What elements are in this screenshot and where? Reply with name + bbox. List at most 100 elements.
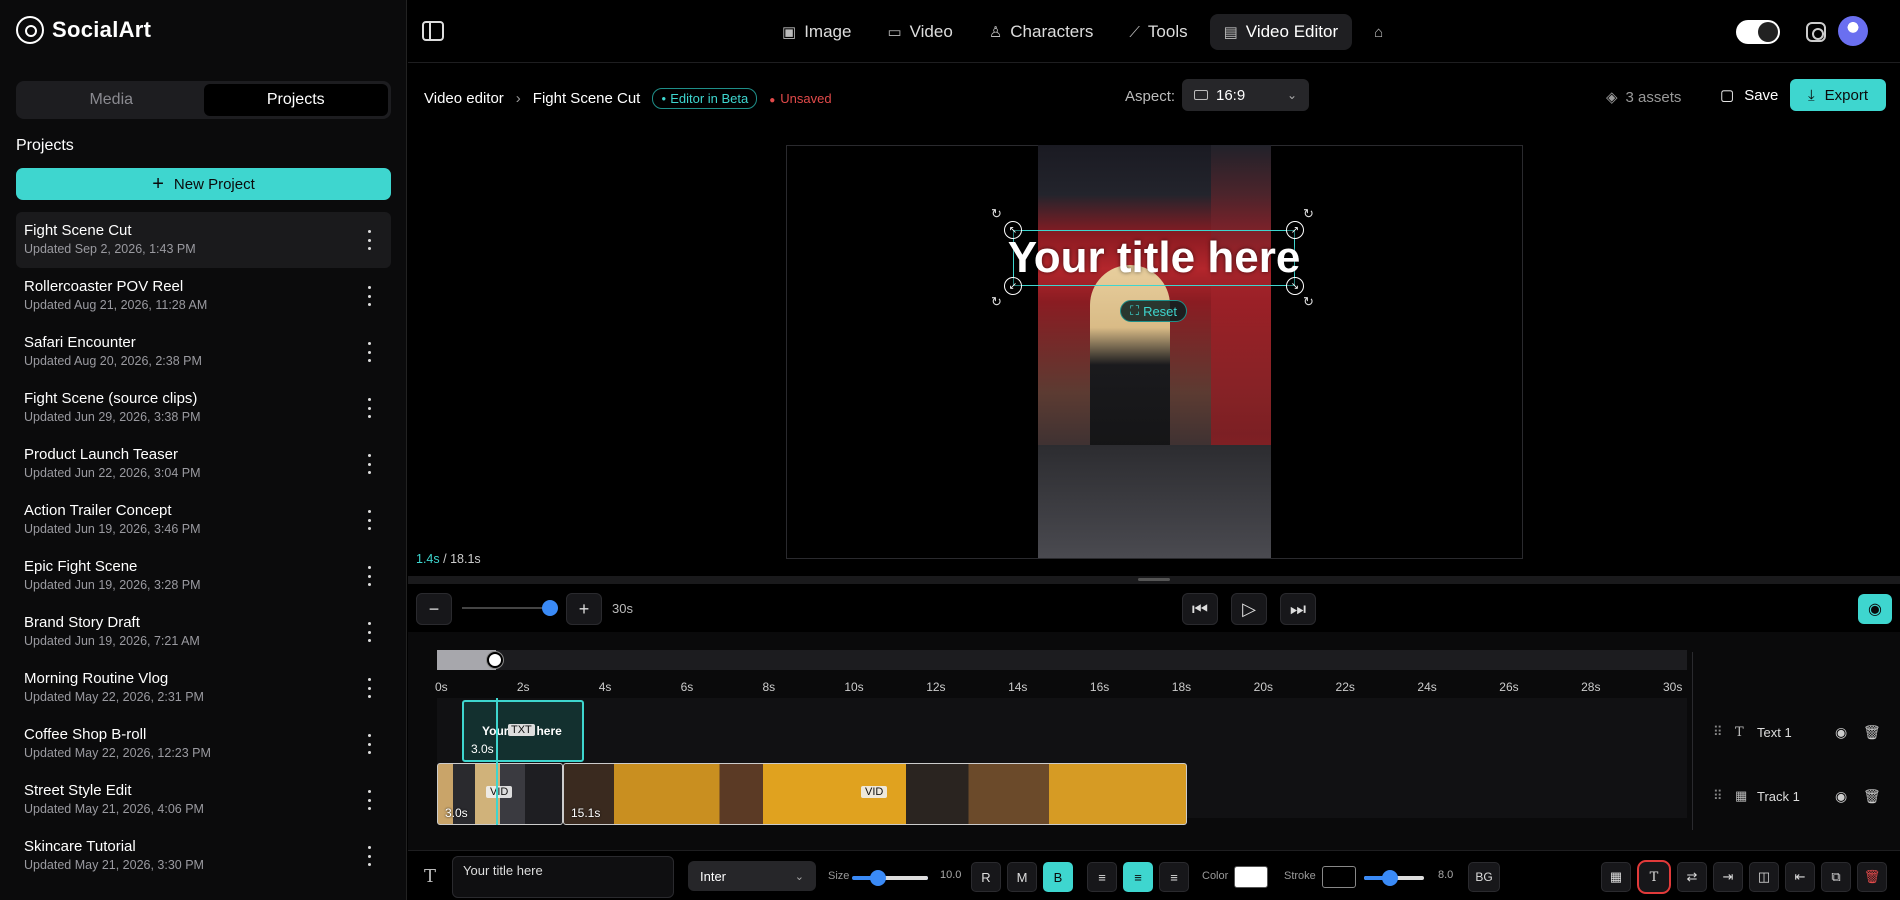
sidebar-toggle-icon[interactable]: [422, 21, 444, 41]
resize-handle-icon[interactable]: ↗: [1286, 221, 1304, 239]
font-select[interactable]: Inter ⌄: [688, 861, 816, 891]
project-item[interactable]: Epic Fight Scene Updated Jun 19, 2026, 3…: [16, 548, 391, 604]
project-item[interactable]: Morning Routine Vlog Updated May 22, 202…: [16, 660, 391, 716]
aspect-select[interactable]: 16:9 ⌄: [1182, 79, 1309, 111]
slider-knob[interactable]: [542, 600, 558, 616]
more-options-icon[interactable]: [361, 622, 377, 642]
rotate-handle-icon[interactable]: ↻: [991, 206, 1002, 222]
nav-tools[interactable]: ⟋ Tools: [1115, 14, 1201, 50]
text-input[interactable]: Your title here: [452, 856, 674, 898]
zoom-out-button[interactable]: −: [416, 593, 452, 625]
play-button[interactable]: ▷: [1231, 593, 1267, 625]
new-project-button[interactable]: + New Project: [16, 168, 391, 200]
theme-toggle[interactable]: [1736, 20, 1780, 44]
project-item[interactable]: Street Style Edit Updated May 21, 2026, …: [16, 772, 391, 828]
rotate-handle-icon[interactable]: ↻: [991, 294, 1002, 310]
nav-learn[interactable]: ⌂: [1360, 14, 1397, 50]
track-row-video[interactable]: ⠿ ▦ Track 1 ◉ 🗑: [1693, 781, 1893, 811]
skip-back-button[interactable]: ⏮: [1182, 593, 1218, 625]
zoom-in-button[interactable]: +: [566, 593, 602, 625]
more-options-icon[interactable]: [361, 678, 377, 698]
more-options-icon[interactable]: [361, 230, 377, 250]
slider-knob[interactable]: [1382, 870, 1398, 886]
zoom-slider[interactable]: [462, 600, 558, 616]
tab-projects[interactable]: Projects: [203, 84, 388, 116]
swap-icon[interactable]: ⇄: [1677, 862, 1707, 892]
trim-end-icon[interactable]: ⇥: [1713, 862, 1743, 892]
save-button[interactable]: ▢ Save: [1708, 79, 1790, 111]
eye-icon[interactable]: ◉: [1835, 788, 1847, 805]
add-text-icon[interactable]: T: [1637, 860, 1671, 894]
more-options-icon[interactable]: [361, 510, 377, 530]
nav-image[interactable]: ▣ Image: [768, 14, 865, 50]
weight-regular-button[interactable]: R: [971, 862, 1001, 892]
nav-characters[interactable]: ♙ Characters: [975, 14, 1108, 50]
more-options-icon[interactable]: [361, 734, 377, 754]
breadcrumb-root[interactable]: Video editor: [424, 90, 504, 107]
nav-video[interactable]: ▭ Video: [873, 14, 966, 50]
stroke-swatch[interactable]: [1322, 866, 1356, 888]
eye-icon[interactable]: ◉: [1835, 724, 1847, 741]
project-item[interactable]: Product Launch Teaser Updated Jun 22, 20…: [16, 436, 391, 492]
more-options-icon[interactable]: [361, 286, 377, 306]
video-clip[interactable]: VID 3.0s: [437, 763, 563, 825]
delete-icon[interactable]: 🗑: [1857, 862, 1887, 892]
skip-forward-button[interactable]: ⏭: [1280, 593, 1316, 625]
add-media-icon[interactable]: ▦: [1601, 862, 1631, 892]
resize-handle-icon[interactable]: ↖: [1004, 221, 1022, 239]
align-left-icon[interactable]: ≡: [1087, 862, 1117, 892]
rotate-handle-icon[interactable]: ↻: [1303, 294, 1314, 310]
project-item[interactable]: Safari Encounter Updated Aug 20, 2026, 2…: [16, 324, 391, 380]
project-item[interactable]: Action Trailer Concept Updated Jun 19, 2…: [16, 492, 391, 548]
trash-icon[interactable]: 🗑: [1863, 724, 1881, 741]
reset-button[interactable]: ⛶ Reset: [1120, 300, 1187, 322]
nav-video-editor[interactable]: ▤ Video Editor: [1209, 14, 1353, 50]
project-item[interactable]: Fight Scene (source clips) Updated Jun 2…: [16, 380, 391, 436]
align-center-icon[interactable]: ≡: [1123, 862, 1153, 892]
scrubber[interactable]: [437, 650, 1687, 670]
slider-knob[interactable]: [870, 870, 886, 886]
stroke-slider[interactable]: [1364, 870, 1424, 886]
split-icon[interactable]: ◫: [1749, 862, 1779, 892]
track-row-text[interactable]: ⠿ T Text 1 ◉ 🗑: [1693, 717, 1893, 747]
instagram-icon[interactable]: [1806, 22, 1826, 42]
project-item[interactable]: Fight Scene Cut Updated Sep 2, 2026, 1:4…: [16, 212, 391, 268]
more-options-icon[interactable]: [361, 790, 377, 810]
export-button[interactable]: ⤓ Export: [1790, 79, 1886, 111]
project-item[interactable]: Skincare Tutorial Updated May 21, 2026, …: [16, 828, 391, 884]
color-swatch[interactable]: [1234, 866, 1268, 888]
overlay-title[interactable]: Your title here: [1008, 230, 1301, 286]
drag-handle-icon[interactable]: ⠿: [1713, 724, 1727, 740]
video-clip[interactable]: VID 15.1s: [563, 763, 1187, 825]
trash-icon[interactable]: 🗑: [1863, 788, 1881, 805]
ruler-tick: 24s: [1417, 680, 1437, 694]
tab-media[interactable]: Media: [19, 84, 204, 116]
avatar[interactable]: [1838, 16, 1868, 46]
align-right-icon[interactable]: ≡: [1159, 862, 1189, 892]
playhead-handle[interactable]: [487, 652, 503, 668]
more-options-icon[interactable]: [361, 454, 377, 474]
background-button[interactable]: BG: [1468, 862, 1500, 892]
project-item[interactable]: Coffee Shop B-roll Updated May 22, 2026,…: [16, 716, 391, 772]
weight-medium-button[interactable]: M: [1007, 862, 1037, 892]
project-item[interactable]: Brand Story Draft Updated Jun 19, 2026, …: [16, 604, 391, 660]
eye-off-button[interactable]: ◉: [1858, 594, 1892, 624]
size-slider[interactable]: [852, 870, 928, 886]
project-item[interactable]: Rollercoaster POV Reel Updated Aug 21, 2…: [16, 268, 391, 324]
duplicate-icon[interactable]: ⧉: [1821, 862, 1851, 892]
video-frame[interactable]: [1038, 145, 1271, 558]
text-clip[interactable]: Your title here TXT 3.0s: [462, 700, 584, 762]
rotate-handle-icon[interactable]: ↻: [1303, 206, 1314, 222]
resize-handle-icon[interactable]: ↙: [1004, 277, 1022, 295]
drag-handle-icon[interactable]: ⠿: [1713, 788, 1727, 804]
more-options-icon[interactable]: [361, 398, 377, 418]
weight-bold-button[interactable]: B: [1043, 862, 1073, 892]
resize-handle-icon[interactable]: ↘: [1286, 277, 1304, 295]
assets-label: 3 assets: [1625, 88, 1682, 106]
trim-start-icon[interactable]: ⇤: [1785, 862, 1815, 892]
more-options-icon[interactable]: [361, 342, 377, 362]
brand-logo[interactable]: SocialArt: [16, 16, 151, 44]
more-options-icon[interactable]: [361, 566, 377, 586]
more-options-icon[interactable]: [361, 846, 377, 866]
resize-divider[interactable]: [408, 576, 1900, 584]
